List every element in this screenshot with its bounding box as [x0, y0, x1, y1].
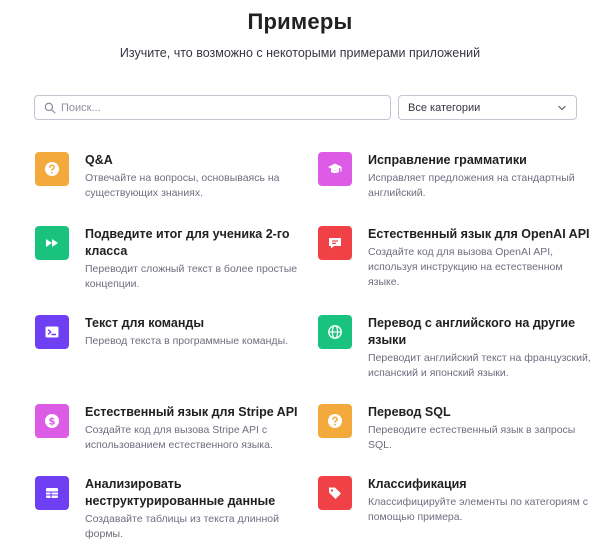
example-icon-box — [35, 152, 69, 186]
example-title: Исправление грамматики — [368, 153, 527, 167]
example-icon-box — [318, 226, 352, 260]
example-icon-box — [318, 476, 352, 510]
page-subtitle: Изучите, что возможно с некоторыми приме… — [119, 46, 481, 60]
example-title: Естественный язык для OpenAI API — [368, 227, 590, 241]
page-title: Примеры — [247, 9, 353, 34]
example-card-parse-data[interactable]: Анализировать неструктурированные данные… — [35, 476, 279, 542]
example-description: Создавайте таблицы из текста длинной фор… — [85, 513, 279, 540]
category-select[interactable]: Все категории — [398, 95, 577, 120]
globe-icon — [328, 325, 342, 339]
example-description: Создайте код для вызова Stripe API с исп… — [85, 424, 273, 451]
example-card-classification[interactable]: Классификация Классифицируйте элементы п… — [318, 476, 588, 525]
example-icon-box — [35, 315, 69, 349]
example-icon-box — [318, 404, 352, 438]
fast-forward-icon — [46, 239, 58, 247]
example-title: Перевод с английского на другие языки — [368, 316, 576, 347]
message-icon — [329, 238, 341, 249]
example-card-openai-api[interactable]: Естественный язык для OpenAI API Создайт… — [318, 226, 590, 290]
terminal-icon — [45, 326, 59, 338]
example-description: Классифицируйте элементы по категориям с… — [368, 496, 588, 523]
chevron-down-icon — [558, 105, 566, 110]
svg-text:$: $ — [49, 417, 56, 428]
example-icon-box — [318, 152, 352, 186]
example-title: Q&A — [85, 153, 113, 167]
example-title: Подведите итог для ученика 2-го класса — [85, 227, 290, 258]
example-description: Переводите естественный язык в запросы S… — [368, 424, 576, 451]
example-icon-box — [35, 226, 69, 260]
example-title: Классификация — [368, 477, 467, 491]
example-title: Перевод SQL — [368, 405, 451, 419]
search-input[interactable] — [61, 101, 381, 114]
question-icon — [45, 162, 59, 176]
example-icon-box — [35, 476, 69, 510]
example-description: Исправляет предложения на стандартный ан… — [368, 172, 575, 199]
example-description: Переводит сложный текст в более простые … — [85, 263, 298, 290]
example-title: Анализировать неструктурированные данные — [85, 477, 276, 508]
search-box[interactable] — [34, 95, 391, 120]
example-icon-box: $ — [35, 404, 69, 438]
dollar-icon: $ — [45, 414, 59, 428]
example-card-sql-translate[interactable]: Перевод SQL Переводите естественный язык… — [318, 404, 575, 453]
example-description: Переводит английский текст на французски… — [368, 352, 591, 379]
table-icon — [46, 488, 58, 498]
graduation-cap-icon — [328, 163, 342, 174]
example-card-text-to-command[interactable]: Текст для команды Перевод текста в прогр… — [35, 315, 288, 349]
category-select-value: Все категории — [408, 101, 481, 114]
example-title: Текст для команды — [85, 316, 205, 330]
example-card-translation[interactable]: Перевод с английского на другие языки Пе… — [318, 315, 591, 381]
example-card-stripe-api[interactable]: $ Естественный язык для Stripe API Созда… — [35, 404, 298, 453]
example-description: Отвечайте на вопросы, основываясь на сущ… — [85, 172, 280, 199]
example-card-grammar[interactable]: Исправление грамматики Исправляет предло… — [318, 152, 575, 201]
example-icon-box — [318, 315, 352, 349]
example-title: Естественный язык для Stripe API — [85, 405, 298, 419]
example-card-summarize[interactable]: Подведите итог для ученика 2-го класса П… — [35, 226, 297, 292]
search-icon — [44, 102, 56, 113]
question-icon — [328, 414, 342, 428]
example-description: Перевод текста в программные команды. — [85, 335, 289, 347]
example-description: Создайте код для вызова OpenAI API, испо… — [368, 246, 563, 288]
example-card-qa[interactable]: Q&A Отвечайте на вопросы, основываясь на… — [35, 152, 280, 201]
tag-icon — [329, 487, 341, 499]
